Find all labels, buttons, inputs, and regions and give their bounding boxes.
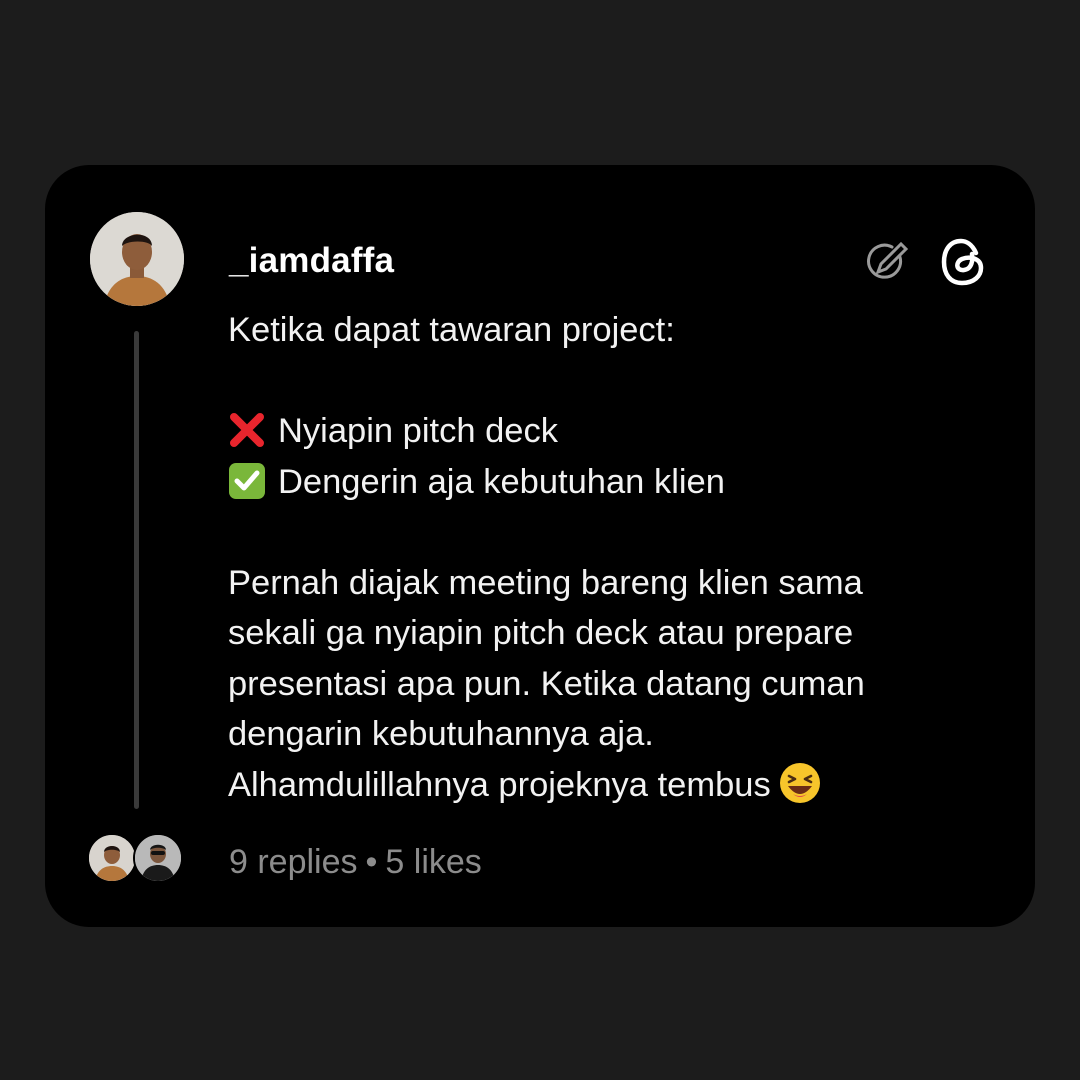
cross-mark-icon: [230, 413, 264, 447]
closing-text: Alhamdulillahnya projeknya tembus: [228, 765, 771, 804]
edit-pencil-icon[interactable]: [864, 239, 910, 285]
stats-separator: •: [365, 843, 378, 881]
post-line-7: sekali ga nyiapin pitch deck atau prepar…: [228, 614, 854, 652]
reply-avatar-2: [133, 833, 183, 883]
laughing-face-icon: [779, 762, 820, 803]
post-body: Ketika dapat tawaran project: Nyiapin pi…: [228, 305, 998, 810]
post-line-2: [228, 356, 998, 407]
post-line-10: Alhamdulillahnya projeknya tembus: [228, 760, 998, 811]
replies-count[interactable]: 9 replies: [229, 843, 358, 881]
reply-avatar-1: [87, 833, 137, 883]
author-username[interactable]: _iamdaffa: [229, 241, 394, 281]
post-line-4: Dengerin aja kebutuhan klien: [228, 457, 998, 508]
post-line-9: dengarin kebutuhannya aja.: [228, 715, 654, 753]
right-item-text: Dengerin aja kebutuhan klien: [278, 462, 725, 501]
threads-logo-icon: [940, 238, 986, 286]
post-line-6: Pernah diajak meeting bareng klien sama: [228, 563, 863, 602]
threads-post-card: _iamdaffa Ketika dapat tawaran project: …: [45, 165, 1035, 927]
check-mark-icon: [229, 462, 265, 499]
author-avatar[interactable]: [90, 212, 184, 306]
thread-connector-line: [134, 331, 139, 809]
post-line-8: presentasi apa pun. Ketika datang cuman: [228, 664, 865, 703]
likes-count[interactable]: 5 likes: [385, 843, 481, 881]
wrong-item-text: Nyiapin pitch deck: [278, 412, 558, 450]
post-line-1: Ketika dapat tawaran project:: [228, 311, 675, 349]
post-stats: 9 replies • 5 likes: [229, 843, 482, 882]
reply-avatars[interactable]: [87, 833, 187, 883]
post-line-3: Nyiapin pitch deck: [228, 406, 998, 457]
post-line-5: [228, 507, 998, 558]
